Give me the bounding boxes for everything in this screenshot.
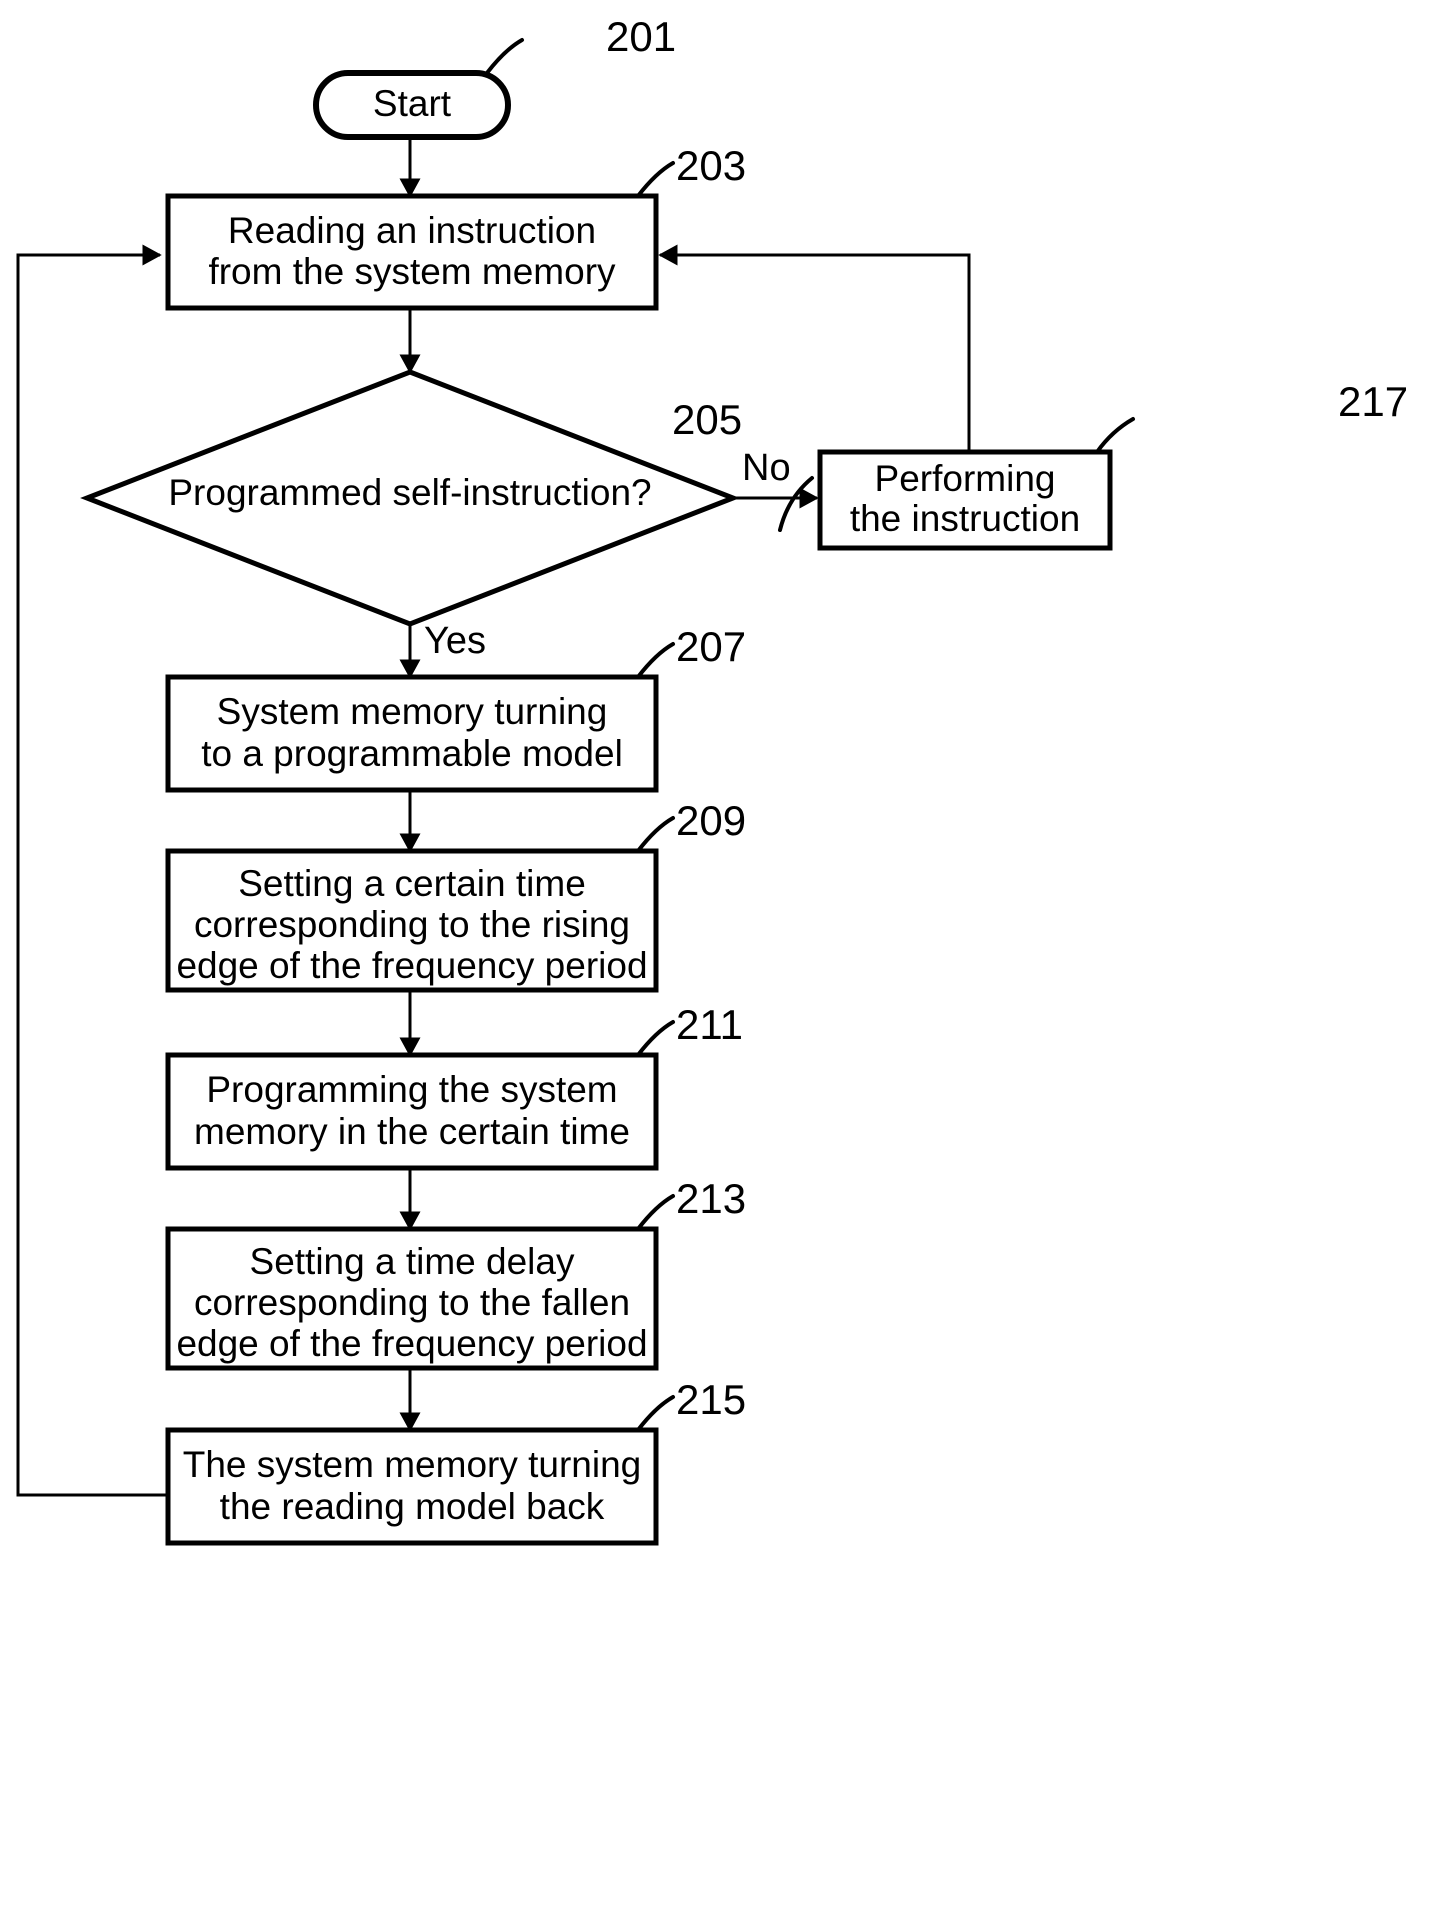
node-start-label: Start — [373, 83, 452, 124]
node-setrise-line3: edge of the frequency period — [176, 945, 647, 986]
leader-213 — [636, 1194, 675, 1231]
leader-207 — [636, 642, 675, 679]
node-read-line2: from the system memory — [208, 251, 616, 292]
node-perform-line1: Performing — [875, 458, 1056, 499]
flowchart-svg: Start Reading an instruction from the sy… — [16, 13, 1408, 1546]
node-programmem-line1: Programming the system — [206, 1069, 617, 1110]
ref-label-205: 205 — [672, 396, 742, 443]
node-turnread-line1: The system memory turning — [183, 1444, 642, 1485]
ref-label-201: 201 — [606, 13, 676, 60]
node-setfall-line3: edge of the frequency period — [176, 1323, 647, 1364]
node-setrise-line2: corresponding to the rising — [194, 904, 630, 945]
node-turnprog-line2: to a programmable model — [201, 733, 623, 774]
leader-217 — [1095, 417, 1135, 454]
leader-209 — [636, 816, 675, 853]
leader-215 — [636, 1395, 675, 1432]
ref-label-215: 215 — [676, 1376, 746, 1423]
ref-label-207: 207 — [676, 623, 746, 670]
edge-label-no: No — [742, 447, 791, 489]
node-turnprog-line1: System memory turning — [217, 691, 608, 732]
leader-201 — [485, 38, 524, 75]
node-programmem-line2: memory in the certain time — [194, 1111, 630, 1152]
ref-label-217: 217 — [1338, 378, 1408, 425]
node-decision-label: Programmed self-instruction? — [168, 472, 651, 513]
connector-turnread-to-read — [16, 244, 168, 1497]
node-read-line1: Reading an instruction — [228, 210, 596, 251]
ref-label-209: 209 — [676, 797, 746, 844]
leader-211 — [636, 1020, 675, 1057]
ref-label-213: 213 — [676, 1175, 746, 1222]
flowchart-canvas: Start Reading an instruction from the sy… — [0, 0, 1443, 1926]
node-setrise-line1: Setting a certain time — [238, 863, 586, 904]
edge-label-yes: Yes — [424, 620, 486, 662]
leader-203 — [636, 161, 675, 198]
ref-label-203: 203 — [676, 142, 746, 189]
ref-label-211: 211 — [676, 1001, 743, 1048]
node-setfall-line1: Setting a time delay — [250, 1241, 575, 1282]
node-setfall-line2: corresponding to the fallen — [194, 1282, 630, 1323]
node-perform-line2: the instruction — [850, 498, 1080, 539]
node-turnread-line2: the reading model back — [220, 1486, 605, 1527]
